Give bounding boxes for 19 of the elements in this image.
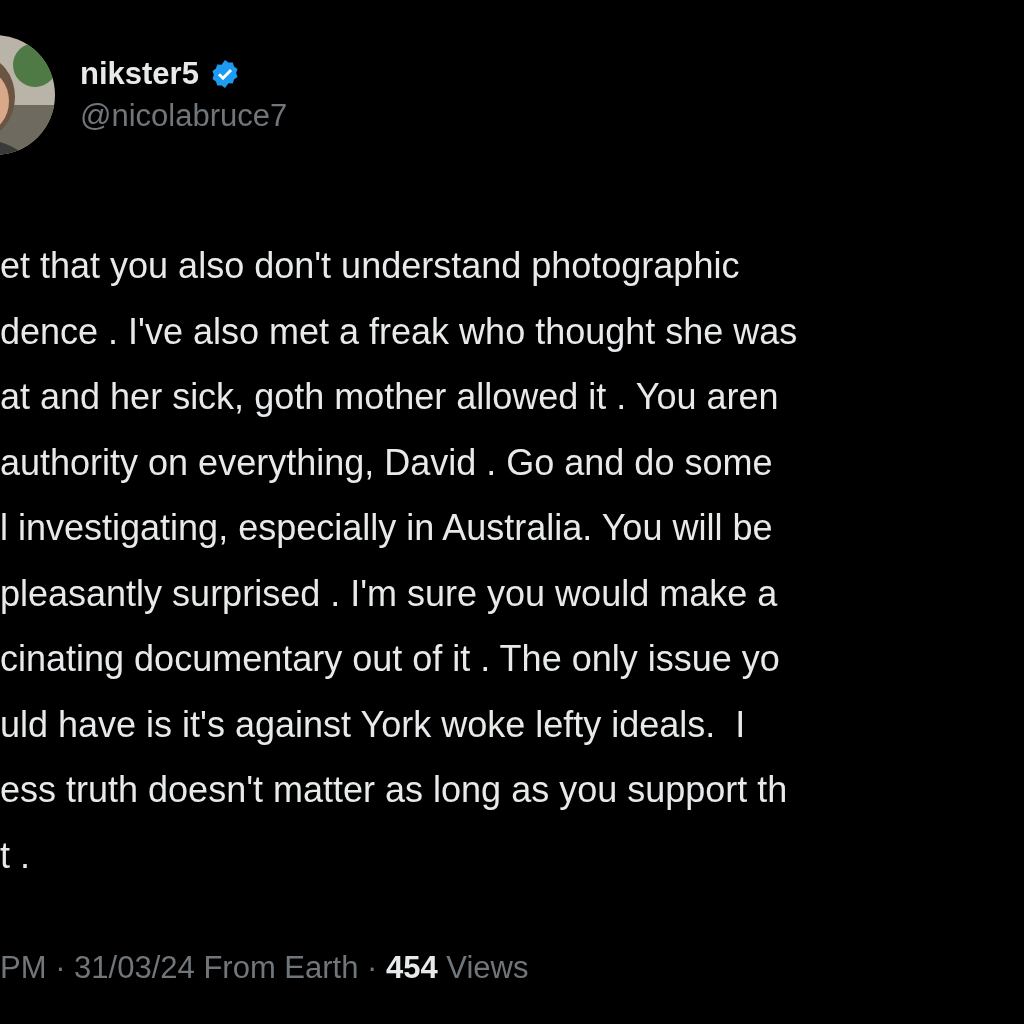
post-location: From Earth bbox=[203, 950, 359, 986]
user-handle[interactable]: @nicolabruce7 bbox=[80, 98, 288, 134]
post-date[interactable]: 31/03/24 bbox=[74, 950, 195, 986]
post-text-line: authority on everything, David . Go and do some bbox=[0, 440, 774, 485]
display-name[interactable]: nikster5 bbox=[80, 56, 199, 92]
views-count: 454 bbox=[386, 950, 438, 986]
post-text-line: pleasantly surprised . I'm sure you would make a bbox=[0, 571, 779, 616]
post-text-line: ess truth doesn't matter as long as you support th bbox=[0, 768, 789, 812]
post-text-line: t . bbox=[0, 833, 31, 878]
views-label: Views bbox=[446, 950, 529, 986]
post-text-line: at and her sick, goth mother allowed it . You aren bbox=[0, 375, 780, 419]
post-text-line: et that you also don't understand photographic bbox=[0, 244, 741, 288]
post-text-line: uld have is it's against York woke lefty ideals. I bbox=[0, 702, 747, 747]
post-time[interactable]: PM bbox=[0, 950, 47, 986]
separator-dot: · bbox=[367, 950, 378, 986]
post-text-line: dence . I've also met a freak who thought she was bbox=[0, 309, 799, 354]
post-text-line: l investigating, especially in Australia. You will be bbox=[0, 506, 774, 550]
post-text-line: cinating documentary out of it . The only issue yo bbox=[0, 637, 781, 681]
separator-dot: · bbox=[55, 950, 66, 986]
